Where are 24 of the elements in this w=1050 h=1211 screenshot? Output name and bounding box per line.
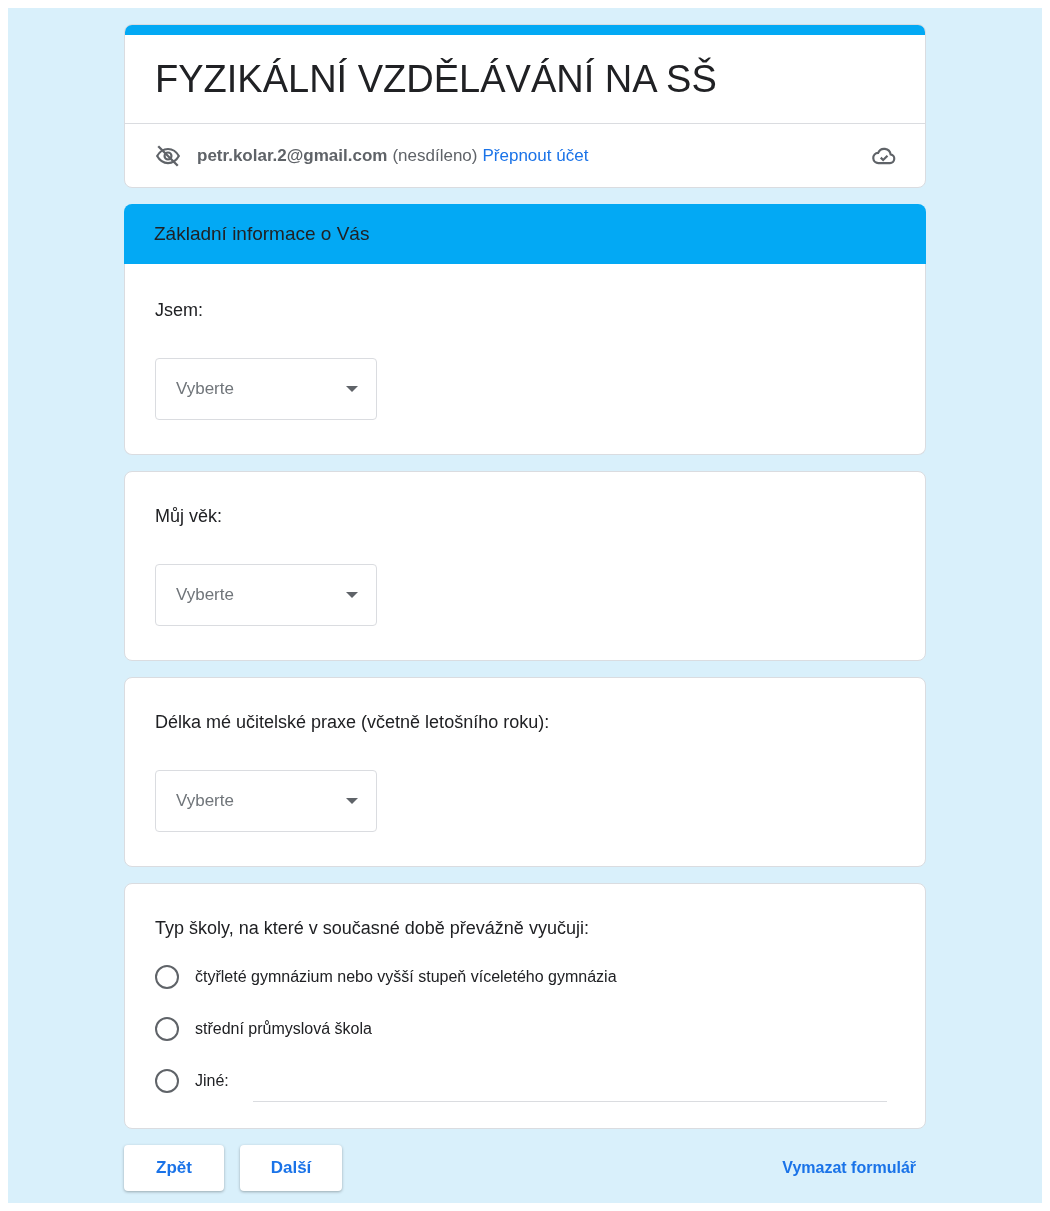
back-button[interactable]: Zpět (124, 1145, 224, 1191)
radio-button[interactable] (155, 965, 179, 989)
question-label: Typ školy, na které v současné době převážně vyučuji: (155, 917, 590, 940)
option-label: střední průmyslová škola (195, 1020, 372, 1038)
caret-icon (346, 798, 358, 804)
sharing-note: (nesdíleno) (392, 145, 478, 166)
switch-account-link[interactable]: Přepnout účet (482, 145, 589, 166)
question-label: Jsem: (155, 299, 204, 322)
next-button[interactable]: Další (240, 1145, 342, 1191)
caret-icon (346, 386, 358, 392)
option-label: čtyřleté gymnázium nebo vyšší stupeň víceletého gymnázia (195, 968, 617, 986)
account-email: petr.kolar.2@gmail.com (197, 145, 388, 166)
question-label: Můj věk: (155, 505, 224, 528)
section-title: Základní informace o Vás (154, 223, 370, 245)
dropdown-field[interactable]: Vyberte (155, 770, 377, 832)
radio-button[interactable] (155, 1069, 179, 1093)
radio-button[interactable] (155, 1017, 179, 1041)
caret-icon (346, 592, 358, 598)
question-label: Délka mé učitelské praxe (včetně letošního roku): (155, 711, 551, 734)
option-label: Jiné: (195, 1072, 229, 1090)
dropdown-field[interactable]: Vyberte (155, 358, 377, 420)
clear-form-link[interactable]: Vymazat formulář (782, 1159, 916, 1177)
dropdown-field[interactable]: Vyberte (155, 564, 377, 626)
form-title: FYZIKÁLNÍ VZDĚLÁVÁNÍ NA SŠ (125, 35, 925, 124)
